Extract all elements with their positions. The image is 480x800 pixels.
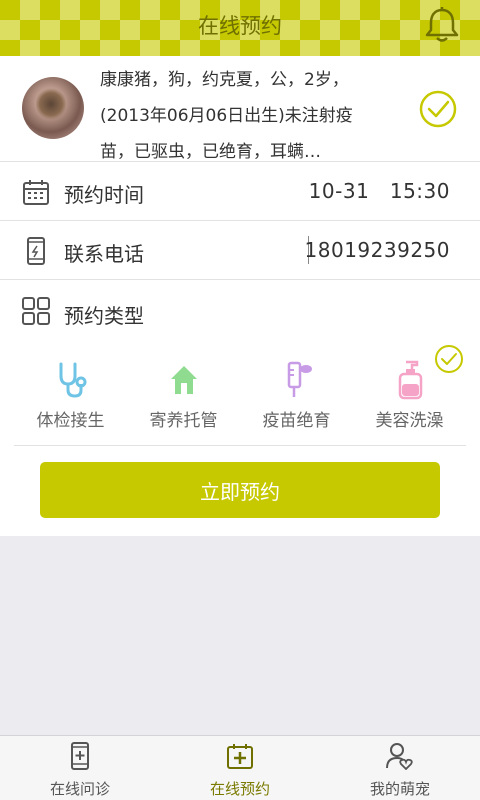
syringe-icon (287, 361, 312, 397)
nav-label: 在线预约 (209, 780, 270, 798)
pet-description: 康康猪，狗，约克夏，公，2岁， (2013年06月06日出生)未注射疫 苗，已驱… (100, 62, 400, 170)
pet-selector[interactable]: 康康猪，狗，约克夏，公，2岁， (2013年06月06日出生)未注射疫 苗，已驱… (0, 56, 480, 162)
nav-item-online-appointment[interactable]: 在线预约 (160, 736, 320, 800)
type-option-boarding[interactable]: 寄养托管 (127, 338, 240, 446)
nav-label: 我的萌宠 (369, 780, 430, 798)
calendar-plus-icon (227, 744, 253, 769)
appointment-type-row: 预约类型 (0, 280, 480, 338)
appointment-type-options: 体检接生 寄养托管 疫苗绝育 美容洗澡 (14, 338, 466, 446)
phone-label: 联系电话 (64, 242, 144, 266)
phone-input[interactable]: 18019239250 (305, 238, 450, 262)
appointment-time-row[interactable]: 预约时间 10-31 15:30 (0, 162, 480, 221)
submit-appointment-button[interactable]: 立即预约 (40, 462, 440, 518)
phone-row: 联系电话 18019239250 (0, 221, 480, 280)
grid-icon (22, 297, 50, 325)
type-option-label: 寄养托管 (149, 411, 218, 431)
bottom-nav: 在线问诊 在线预约 我的萌宠 (0, 735, 480, 800)
nav-label: 在线问诊 (49, 780, 110, 798)
header-bar: 在线预约 (0, 0, 480, 56)
type-option-label: 疫苗绝育 (262, 411, 331, 431)
house-icon (171, 366, 197, 394)
appointment-time-value[interactable]: 10-31 15:30 (309, 179, 450, 203)
page-title: 在线预约 (198, 14, 282, 38)
appointment-form: 康康猪，狗，约克夏，公，2岁， (2013年06月06日出生)未注射疫 苗，已驱… (0, 56, 480, 536)
user-heart-icon (386, 743, 413, 770)
appointment-type-label: 预约类型 (64, 304, 144, 328)
nav-item-my-pets[interactable]: 我的萌宠 (320, 736, 480, 800)
type-selected-check-icon (435, 345, 463, 373)
shampoo-bottle-icon (398, 360, 423, 400)
appointment-time-label: 预约时间 (64, 183, 144, 207)
phone-icon (27, 237, 45, 265)
type-option-vaccine[interactable]: 疫苗绝育 (240, 338, 353, 446)
bell-icon[interactable] (422, 6, 462, 44)
medical-phone-icon (71, 742, 89, 770)
stethoscope-icon (59, 362, 87, 398)
pet-avatar (22, 77, 84, 139)
nav-item-online-consult[interactable]: 在线问诊 (0, 736, 160, 800)
type-option-checkup[interactable]: 体检接生 (14, 338, 127, 446)
type-option-label: 美容洗澡 (375, 411, 444, 431)
pet-line-2: (2013年06月06日出生)未注射疫 (100, 106, 353, 126)
calendar-icon (23, 180, 49, 205)
pet-selected-check-icon[interactable] (418, 89, 458, 129)
type-option-label: 体检接生 (36, 411, 105, 431)
type-option-grooming[interactable]: 美容洗澡 (353, 338, 466, 446)
pet-line-1: 康康猪，狗，约克夏，公，2岁， (100, 70, 349, 90)
